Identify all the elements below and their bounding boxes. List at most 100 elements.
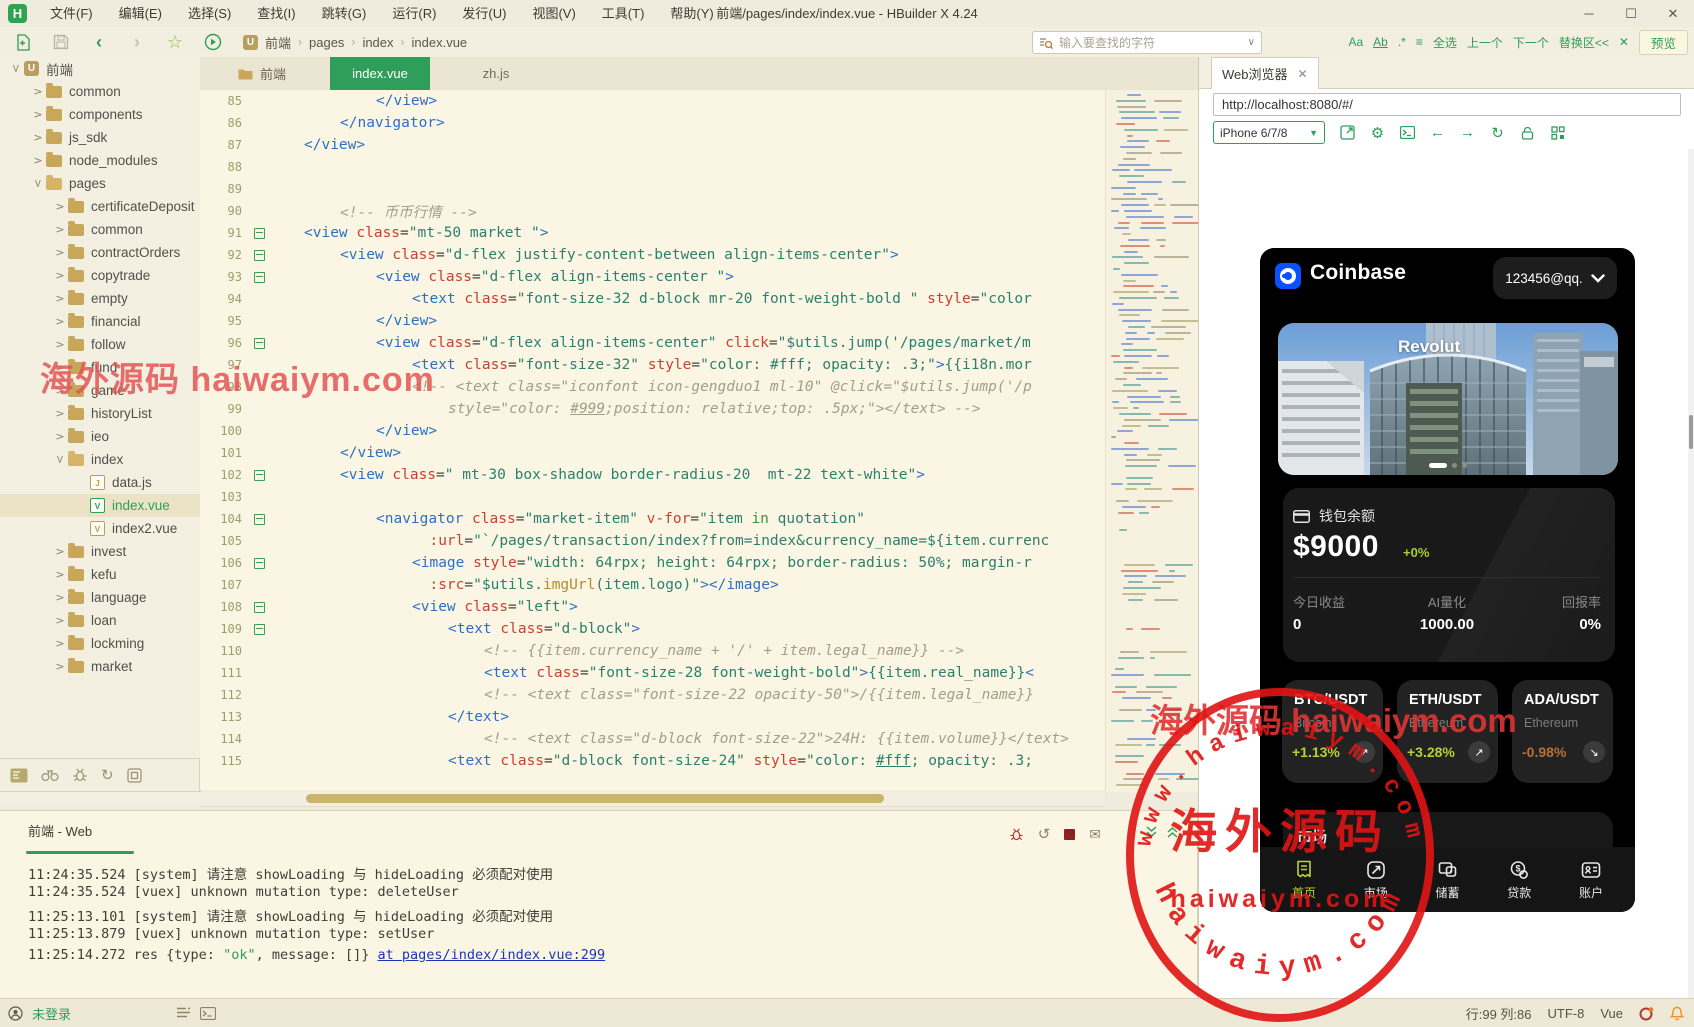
export-mail-icon[interactable]: ✉ — [1089, 826, 1101, 843]
code-line-97[interactable]: 97 <text class="font-size-32" style="colo… — [200, 354, 1105, 376]
sidebar-item-fund[interactable]: > fund — [0, 356, 200, 379]
devtools-terminal-icon[interactable] — [1399, 124, 1416, 141]
code-editor[interactable]: 85 </view> 86 </navigator> 87 </view> 88 89 90 <!… — [200, 90, 1105, 790]
outline-list-icon[interactable] — [176, 1007, 191, 1019]
chevron-closed-icon[interactable]: > — [52, 246, 68, 259]
code-line-91[interactable]: 91 <view class="mt-50 market "> — [200, 222, 1105, 244]
carousel-dot[interactable] — [1452, 463, 1457, 468]
sidebar-item-language[interactable]: > language — [0, 586, 200, 609]
code-line-104[interactable]: 104 <navigator class="market-item" v-for=… — [200, 508, 1105, 530]
refresh-icon[interactable]: ↻ — [1489, 124, 1506, 142]
stop-icon[interactable] — [1064, 828, 1076, 840]
code-line-103[interactable]: 103 — [200, 486, 1105, 508]
editor-horizontal-scrollbar[interactable] — [200, 792, 1105, 807]
nav-item-市场[interactable]: 市场 — [1354, 847, 1398, 912]
sidebar-item-common[interactable]: > common — [0, 218, 200, 241]
code-line-115[interactable]: 115 <text class="d-block font-size-24" st… — [200, 750, 1105, 772]
chevron-closed-icon[interactable]: > — [30, 131, 46, 144]
debug-bug-icon[interactable] — [1009, 827, 1024, 842]
nav-item-储蓄[interactable]: 储蓄 — [1426, 847, 1470, 912]
chevron-closed-icon[interactable]: > — [52, 223, 68, 236]
close-icon[interactable]: ✕ — [1298, 67, 1308, 81]
browser-scrollbar[interactable] — [1688, 149, 1694, 998]
refresh-icon[interactable]: ↻ — [101, 766, 114, 784]
chevron-closed-icon[interactable]: > — [52, 407, 68, 420]
code-line-100[interactable]: 100 </view> — [200, 420, 1105, 442]
forward-icon[interactable]: → — [1459, 124, 1476, 141]
code-line-111[interactable]: 111 <text class="font-size-28 font-weight… — [200, 662, 1105, 684]
find-option-6[interactable]: 下一个 — [1513, 34, 1549, 51]
code-line-108[interactable]: 108 <view class="left"> — [200, 596, 1105, 618]
find-option-8[interactable]: ✕ — [1619, 35, 1629, 49]
code-line-114[interactable]: 114 <!-- <text class="d-block font-size-2… — [200, 728, 1105, 750]
debug-bug-icon[interactable] — [72, 767, 88, 783]
menu-item-查找[interactable]: 查找(I) — [244, 0, 308, 27]
chevron-closed-icon[interactable]: > — [52, 591, 68, 604]
sidebar-item-financial[interactable]: > financial — [0, 310, 200, 333]
code-line-85[interactable]: 85 </view> — [200, 90, 1105, 112]
project-tab-group[interactable]: 前端 — [238, 57, 286, 90]
sidebar-item-index2.vue[interactable]: Vindex2.vue — [0, 517, 200, 540]
console-panel-icon[interactable] — [10, 768, 28, 783]
code-line-102[interactable]: 102 <view class=" mt-30 box-shadow border… — [200, 464, 1105, 486]
chevron-closed-icon[interactable]: > — [52, 637, 68, 650]
encoding[interactable]: UTF-8 — [1548, 1006, 1585, 1021]
sidebar-item-market[interactable]: > market — [0, 655, 200, 678]
chevron-closed-icon[interactable]: > — [52, 660, 68, 673]
code-line-110[interactable]: 110 <!-- {{item.currency_name + '/' + ite… — [200, 640, 1105, 662]
run-icon[interactable] — [202, 31, 224, 53]
url-input[interactable]: http://localhost:8080/#/ — [1213, 93, 1681, 116]
code-line-88[interactable]: 88 — [200, 156, 1105, 178]
find-option-7[interactable]: 替换区<< — [1559, 34, 1609, 51]
code-line-106[interactable]: 106 <image style="width: 64rpx; height: 6… — [200, 552, 1105, 574]
back-icon[interactable]: ← — [1429, 124, 1446, 141]
code-line-105[interactable]: 105 :url="`/pages/transaction/index?from… — [200, 530, 1105, 552]
sidebar-item-kefu[interactable]: > kefu — [0, 563, 200, 586]
sidebar-item-game[interactable]: > game — [0, 379, 200, 402]
code-line-92[interactable]: 92 <view class="d-flex justify-content-be… — [200, 244, 1105, 266]
chevron-closed-icon[interactable]: > — [52, 568, 68, 581]
chevron-double-down-icon[interactable] — [1145, 825, 1158, 839]
fold-collapse-icon[interactable] — [253, 557, 265, 569]
sidebar-item-common[interactable]: > common — [0, 80, 200, 103]
source-link[interactable]: at pages/index/index.vue:299 — [378, 947, 606, 963]
chevron-closed-icon[interactable]: > — [52, 200, 68, 213]
gear-icon[interactable]: ⚙ — [1369, 124, 1386, 142]
sidebar-item-index[interactable]: > index — [0, 448, 200, 471]
find-input[interactable]: 输入要查找的字符 ∨ — [1032, 31, 1262, 54]
chevron-closed-icon[interactable]: > — [30, 85, 46, 98]
code-line-95[interactable]: 95 </view> — [200, 310, 1105, 332]
find-option-5[interactable]: 上一个 — [1467, 34, 1503, 51]
menu-item-跳转[interactable]: 跳转(G) — [309, 0, 380, 27]
chevron-open-icon[interactable]: > — [32, 176, 45, 192]
sidebar-item-index.vue[interactable]: Vindex.vue — [0, 494, 200, 517]
sidebar-item-empty[interactable]: > empty — [0, 287, 200, 310]
sidebar-item-contractOrders[interactable]: > contractOrders — [0, 241, 200, 264]
chevron-closed-icon[interactable]: > — [52, 545, 68, 558]
menu-item-选择[interactable]: 选择(S) — [175, 0, 244, 27]
market-tile-eth[interactable]: ETH/USDT Ethereum +3.28% ↗ — [1397, 680, 1498, 783]
code-line-96[interactable]: 96 <view class="d-flex align-items-center… — [200, 332, 1105, 354]
promo-banner[interactable]: Revolut — [1278, 323, 1618, 475]
carousel-dot-active[interactable] — [1429, 463, 1447, 468]
find-option-0[interactable]: Aa — [1348, 35, 1363, 49]
chevron-closed-icon[interactable]: > — [52, 430, 68, 443]
forward-icon[interactable]: › — [126, 31, 148, 53]
chevron-closed-icon[interactable]: > — [52, 292, 68, 305]
code-line-109[interactable]: 109 <text class="d-block"> — [200, 618, 1105, 640]
sidebar-item-historyList[interactable]: > historyList — [0, 402, 200, 425]
sidebar-item-ieo[interactable]: > ieo — [0, 425, 200, 448]
filetype[interactable]: Vue — [1600, 1006, 1623, 1021]
tab-index-vue[interactable]: index.vue — [330, 57, 430, 90]
find-option-1[interactable]: Ab — [1373, 35, 1388, 49]
code-line-89[interactable]: 89 — [200, 178, 1105, 200]
chevron-down-icon[interactable]: ∨ — [1248, 37, 1255, 48]
code-line-93[interactable]: 93 <view class="d-flex align-items-center… — [200, 266, 1105, 288]
package-icon[interactable] — [126, 767, 142, 783]
search-binoculars-icon[interactable] — [41, 768, 59, 782]
back-icon[interactable]: ‹ — [88, 31, 110, 53]
fold-collapse-icon[interactable] — [253, 513, 265, 525]
scrollbar-thumb[interactable] — [1689, 415, 1693, 449]
chevron-closed-icon[interactable]: > — [52, 315, 68, 328]
code-line-112[interactable]: 112 <!-- <text class="font-size-22 opacit… — [200, 684, 1105, 706]
